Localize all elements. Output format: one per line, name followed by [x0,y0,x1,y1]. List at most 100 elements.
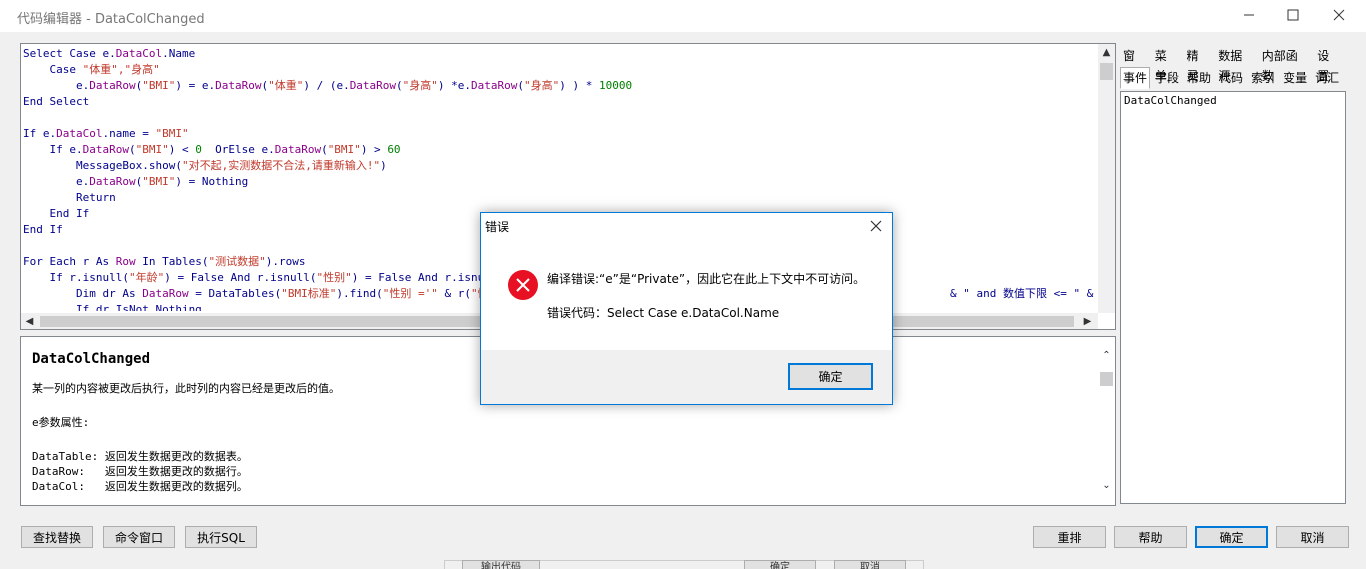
code-token: In Tables( [135,255,209,268]
execute-sql-button[interactable]: 执行SQL [185,526,257,548]
code-token: End If [23,207,90,220]
code-line[interactable]: e.DataRow("BMI") = e.DataRow("体重") / (e.… [23,78,1098,94]
tab-datasource[interactable]: 数据源 [1215,45,1257,83]
code-token: "体重","身高" [82,63,160,76]
code-token: "年龄" [128,271,165,284]
tab-builtin-functions[interactable]: 内部函数 [1259,45,1312,83]
event-list[interactable]: DataColChanged [1120,91,1346,504]
code-token: DataRow [89,175,136,188]
code-token: "体重" [268,79,304,92]
code-token: e. [23,79,90,92]
code-token: DataRow [142,287,189,300]
code-token: OrElse e. [201,143,275,156]
code-token: DataRow [274,143,322,156]
background-cancel-button: 取消 [834,560,906,569]
code-token: If e. [23,143,83,156]
code-token: .Name [162,47,196,60]
tab-help[interactable]: 帮助 [1184,67,1214,89]
code-token: DataRow [349,79,397,92]
code-token: MessageBox.show( [23,159,182,172]
code-token: Dim dr As [23,287,143,300]
code-token: e. [102,47,116,60]
tab-variables[interactable]: 变量 [1280,67,1310,89]
code-token: "BMI" [142,79,176,92]
code-token: If dr IsNot Nothing [23,303,202,311]
code-token: "对不起,实测数据不合法,请重新输入!" [181,159,381,172]
cancel-button[interactable]: 取消 [1276,526,1349,548]
help-button[interactable]: 帮助 [1114,526,1187,548]
code-token: ).find( [336,287,383,300]
maximize-icon[interactable] [1270,0,1316,30]
scroll-thumb[interactable] [1100,63,1113,80]
code-token: ) [380,159,387,172]
tab-wizard[interactable]: 精灵 [1183,45,1213,83]
code-line[interactable]: If e.DataRow("BMI") < 0 OrElse e.DataRow… [23,142,1098,158]
code-line[interactable]: e.DataRow("BMI") = Nothing [23,174,1098,190]
tab-code[interactable]: 代码 [1216,67,1246,89]
code-line[interactable]: Return [23,190,1098,206]
code-token: ( [321,143,328,156]
close-icon[interactable] [1316,0,1362,30]
code-line[interactable]: If e.DataCol.name = "BMI" [23,126,1098,142]
tab-menu[interactable]: 菜单 [1152,45,1182,83]
code-token: 0 [195,143,202,156]
scroll-thumb[interactable] [1100,372,1113,386]
code-line[interactable]: Select Case e.DataCol.Name [23,46,1098,62]
code-vertical-scrollbar[interactable]: ▲ [1098,44,1115,313]
code-token: ) = Nothing [175,175,249,188]
code-token: "身高" [524,79,560,92]
help-vertical-scrollbar[interactable]: ⌃ ⌄ [1098,347,1115,497]
side-tabs: 窗口 菜单 精灵 数据源 内部函数 设置 事件 字段 帮助 代码 索引 变量 词… [1120,45,1346,89]
code-token: ) *e. [437,79,472,92]
error-icon [507,269,539,301]
code-token: "BMI" [142,175,176,188]
export-code-button: 输出代码 [462,560,540,569]
help-param: DataCol: 返回发生数据更改的数据列。 [32,480,248,493]
list-item[interactable]: DataColChanged [1124,94,1342,107]
code-token: DataCol [115,47,163,60]
close-icon[interactable] [864,215,888,237]
minimize-icon[interactable] [1226,0,1272,30]
tab-index[interactable]: 索引 [1248,67,1278,89]
code-token: "BMI" [135,143,169,156]
code-line[interactable]: End Select [23,94,1098,110]
code-token: ) / (e. [303,79,350,92]
code-token: ( [128,143,136,156]
dialog-ok-button[interactable]: 确定 [788,363,873,390]
scroll-down-icon[interactable]: ⌄ [1098,477,1115,494]
code-token: 10000 [599,79,633,92]
code-line[interactable] [23,110,1098,126]
scroll-up-icon[interactable]: ▲ [1098,44,1115,61]
code-token: ) > [360,143,388,156]
rearrange-button[interactable]: 重排 [1033,526,1106,548]
tab-settings[interactable]: 设置 [1314,45,1344,83]
tab-vocabulary[interactable]: 词汇 [1312,67,1342,89]
code-token: ).rows [265,255,306,268]
code-token: ) = e. [175,79,216,92]
code-token: Case [23,63,83,76]
code-token: "BMI" [327,143,361,156]
code-token: If e. [23,127,57,140]
scroll-up-icon[interactable]: ⌃ [1098,347,1115,364]
code-token: ) < [168,143,196,156]
command-window-button[interactable]: 命令窗口 [103,526,175,548]
help-param: DataRow: 返回发生数据更改的数据行。 [32,465,248,478]
side-tab-row-1: 窗口 菜单 精灵 数据源 内部函数 设置 [1120,45,1346,83]
code-line[interactable]: Case "体重","身高" [23,62,1098,78]
tab-window[interactable]: 窗口 [1120,45,1150,83]
find-replace-button[interactable]: 查找替换 [21,526,93,548]
code-line[interactable]: MessageBox.show("对不起,实测数据不合法,请重新输入!") [23,158,1098,174]
side-tab-row-2: 事件 字段 帮助 代码 索引 变量 词汇 [1120,67,1346,89]
ok-button[interactable]: 确定 [1195,526,1268,548]
code-token: "BMI" [155,127,189,140]
dialog-error-code: 错误代码：Select Case e.DataCol.Name [547,306,780,320]
help-params-heading: e参数属性: [32,416,90,429]
tab-fields[interactable]: 字段 [1152,67,1182,89]
code-token: ) = False And r.isnull( [164,271,317,284]
tab-events[interactable]: 事件 [1120,67,1151,89]
title-bar: 代码编辑器 - DataColChanged [0,0,1366,32]
code-token: DataRow [82,143,129,156]
code-token: = DataTables( [188,287,282,300]
scroll-left-icon[interactable]: ◀ [21,313,38,329]
scroll-right-icon[interactable]: ▶ [1079,313,1096,329]
